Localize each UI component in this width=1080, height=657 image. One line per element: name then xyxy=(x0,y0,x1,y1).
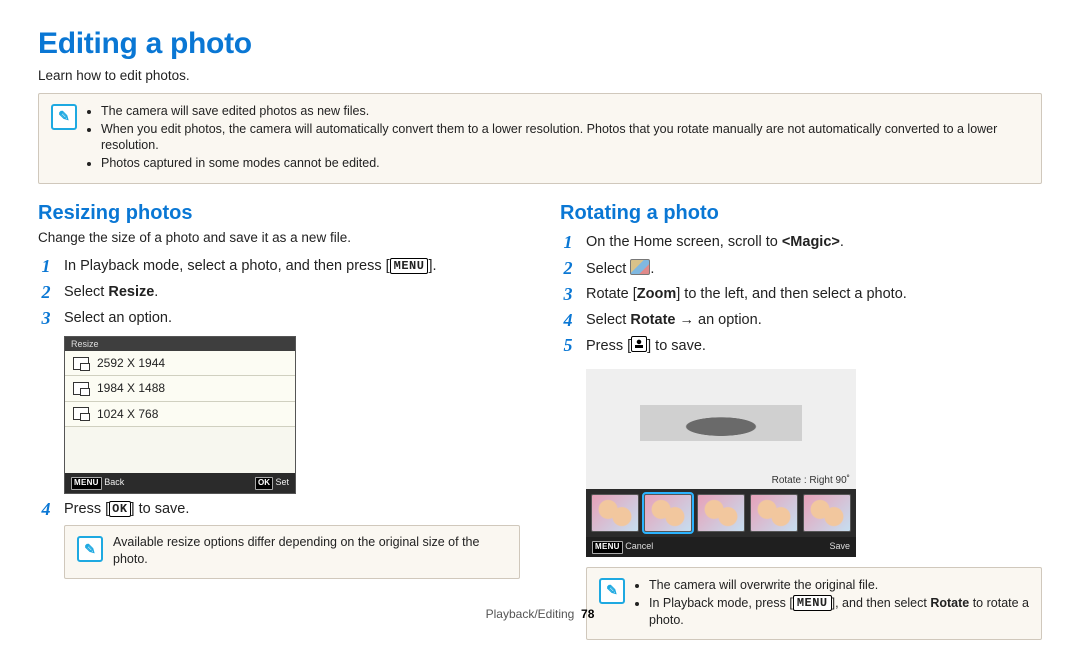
step-number: 4 xyxy=(560,311,576,329)
page-title: Editing a photo xyxy=(38,24,1042,65)
resizing-step-3: Select an option. xyxy=(64,309,172,329)
step-number: 1 xyxy=(38,257,54,275)
resizing-steps-continued: 4 Press [OK] to save. xyxy=(38,500,520,520)
resize-dialog-screenshot: Resize 2592 X 1944 1984 X 1488 1024 X 76… xyxy=(64,336,296,494)
step-number: 3 xyxy=(38,309,54,327)
rotating-step-1: On the Home screen, scroll to <Magic>. xyxy=(586,233,844,253)
menu-button-icon: MENU xyxy=(71,477,102,490)
rotating-step-2: Select . xyxy=(586,259,654,280)
resize-option-icon xyxy=(73,357,89,370)
rotating-step-4: Select Rotate → an option. xyxy=(586,311,762,331)
ok-button-icon: OK xyxy=(109,501,130,517)
footer-section: Playback/Editing xyxy=(486,607,575,621)
rotate-thumbnail-selected xyxy=(644,494,692,532)
step-text: . xyxy=(154,284,158,300)
resizing-steps: 1 In Playback mode, select a photo, and … xyxy=(38,257,520,328)
resize-option-icon xyxy=(73,407,89,420)
rotate-caption: Rotate : Right 90˚ xyxy=(766,472,856,490)
resizing-note-box: ✎ Available resize options differ depend… xyxy=(64,525,520,579)
resize-option-label: 1984 X 1488 xyxy=(97,380,165,396)
rotate-preview-area: Rotate : Right 90˚ xyxy=(586,369,856,489)
menu-button-icon: MENU xyxy=(390,258,429,274)
rotating-step-3: Rotate [Zoom] to the left, and then sele… xyxy=(586,285,907,305)
top-note-box: ✎ The camera will save edited photos as … xyxy=(38,93,1042,185)
resize-option: 1024 X 768 xyxy=(65,402,295,427)
step-bold: Resize xyxy=(108,284,154,300)
step-number: 2 xyxy=(560,259,576,277)
note-icon: ✎ xyxy=(51,104,77,130)
step-text: Rotate [ xyxy=(586,286,637,302)
step-text: . xyxy=(650,261,654,277)
step-text: On the Home screen, scroll to xyxy=(586,234,782,250)
step-text: → an option. xyxy=(675,312,761,328)
resize-option-label: 2592 X 1944 xyxy=(97,355,165,371)
rotating-section: Rotating a photo 1 On the Home screen, s… xyxy=(560,200,1042,656)
top-note-item: The camera will save edited photos as ne… xyxy=(101,103,1029,120)
rotating-step-5: Press [ ] to save. xyxy=(586,336,706,357)
rotating-note-box: ✎ The camera will overwrite the original… xyxy=(586,567,1042,641)
step-text: . xyxy=(840,234,844,250)
rotate-thumbnail-strip xyxy=(586,489,856,537)
step-number: 2 xyxy=(38,283,54,301)
step-bold: Rotate xyxy=(630,312,675,328)
step-bold: <Magic> xyxy=(782,234,840,250)
save-button-icon xyxy=(631,336,647,352)
rotate-dialog-footer: MENU Cancel Save xyxy=(586,537,856,557)
resizing-title: Resizing photos xyxy=(38,200,520,227)
resizing-step-4: Press [OK] to save. xyxy=(64,500,189,520)
step-text: Select xyxy=(64,284,108,300)
resize-dialog-footer: MENU Back OK Set xyxy=(65,473,295,493)
step-text: In Playback mode, select a photo, and th… xyxy=(64,258,390,274)
resize-option-label: 1024 X 768 xyxy=(97,406,158,422)
step-text: Select xyxy=(586,261,630,277)
step-text: ] to the left, and then select a photo. xyxy=(676,286,907,302)
rotate-thumbnail xyxy=(697,494,745,532)
resize-back-label: Back xyxy=(104,477,124,487)
step-text: Select xyxy=(586,312,630,328)
step-text: ]. xyxy=(428,258,436,274)
rotating-steps: 1 On the Home screen, scroll to <Magic>.… xyxy=(560,233,1042,357)
step-text: Press [ xyxy=(64,501,109,517)
ok-button-icon: OK xyxy=(255,477,273,490)
note-icon: ✎ xyxy=(599,578,625,604)
step-text: Press [ xyxy=(586,338,631,354)
rotate-cancel-label: Cancel xyxy=(625,541,653,551)
top-note-item: Photos captured in some modes cannot be … xyxy=(101,155,1029,172)
rotating-note-item: The camera will overwrite the original f… xyxy=(649,577,1029,594)
resizing-section: Resizing photos Change the size of a pho… xyxy=(38,200,520,656)
resize-option: 2592 X 1944 xyxy=(65,351,295,376)
resize-dialog-title: Resize xyxy=(65,337,295,351)
menu-button-icon: MENU xyxy=(592,541,623,554)
step-text: ] to save. xyxy=(131,501,190,517)
step-number: 5 xyxy=(560,336,576,354)
step-number: 1 xyxy=(560,233,576,251)
note-icon: ✎ xyxy=(77,536,103,562)
footer-page-number: 78 xyxy=(581,607,594,621)
resize-set-label: Set xyxy=(275,477,289,487)
rotate-dialog-screenshot: Rotate : Right 90˚ MENU Cancel Save xyxy=(586,369,856,557)
page-footer: Playback/Editing 78 xyxy=(0,606,1080,622)
magic-mode-icon xyxy=(630,259,650,275)
step-number: 4 xyxy=(38,500,54,518)
top-note-item: When you edit photos, the camera will au… xyxy=(101,121,1029,155)
resizing-note-text: Available resize options differ dependin… xyxy=(113,534,507,568)
page-subtitle: Learn how to edit photos. xyxy=(38,67,1042,85)
rotate-thumbnail xyxy=(591,494,639,532)
step-bold: Zoom xyxy=(637,286,676,302)
rotate-thumbnail xyxy=(803,494,851,532)
rotate-save-label: Save xyxy=(829,541,850,551)
resizing-subtitle: Change the size of a photo and save it a… xyxy=(38,229,520,247)
rotating-title: Rotating a photo xyxy=(560,200,1042,227)
rotate-thumbnail xyxy=(750,494,798,532)
top-note-list: The camera will save edited photos as ne… xyxy=(87,102,1029,174)
resize-option: 1984 X 1488 xyxy=(65,376,295,401)
step-number: 3 xyxy=(560,285,576,303)
resize-option-icon xyxy=(73,382,89,395)
resizing-step-1: In Playback mode, select a photo, and th… xyxy=(64,257,437,277)
step-text: ] to save. xyxy=(647,338,706,354)
resizing-step-2: Select Resize. xyxy=(64,283,158,303)
